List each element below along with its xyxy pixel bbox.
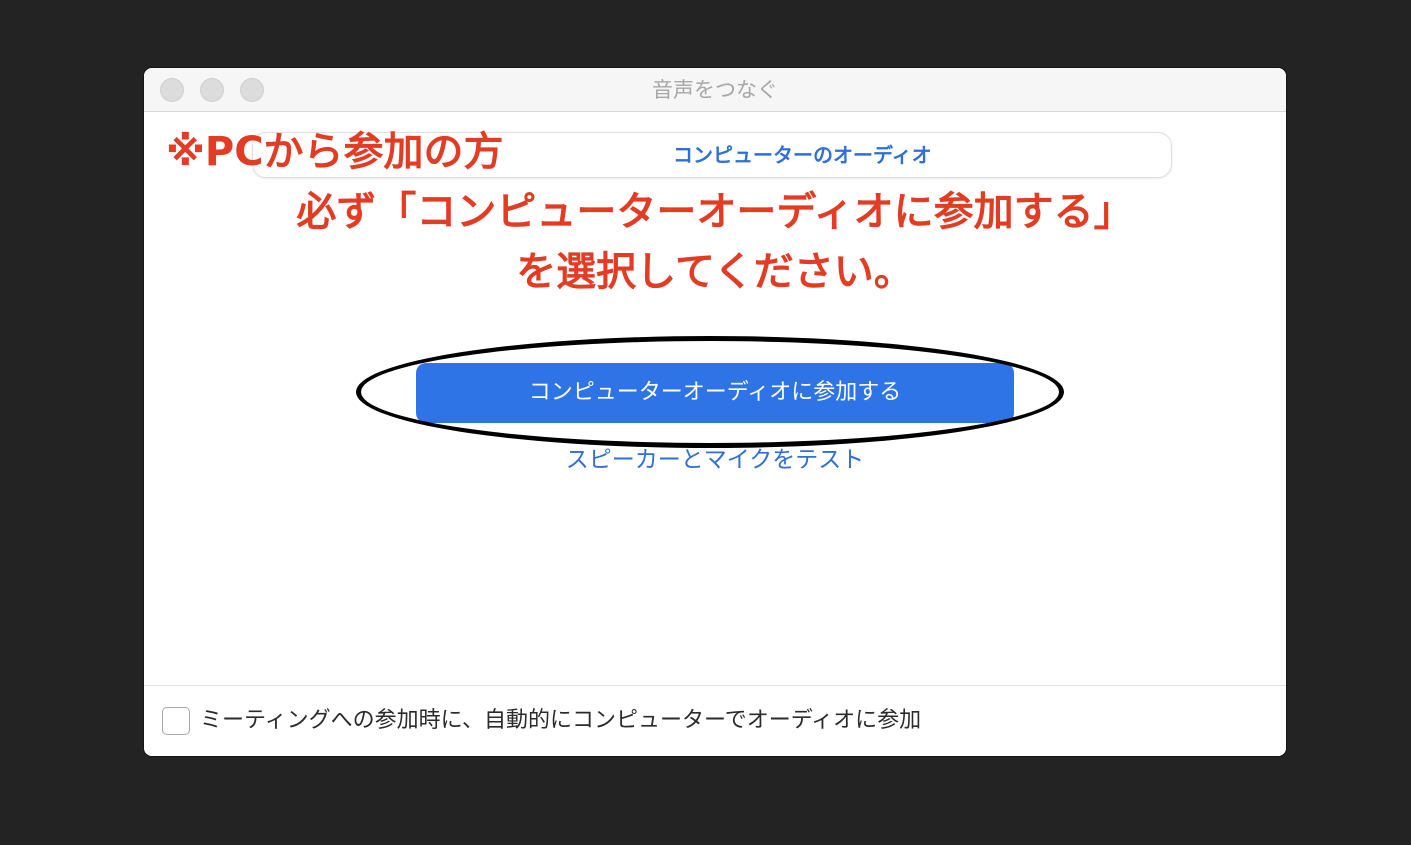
instruction-line-1: 必ず「コンピューターオーディオに参加する」 — [296, 189, 1134, 235]
instruction-line-2: を選択してください。 — [516, 249, 914, 295]
connect-audio-window: 音声をつなぐ コンピューターのオーディオ ※PCから参加の方 必ず「コンピュータ… — [144, 68, 1286, 756]
footer: ミーティングへの参加時に、自動的にコンピューターでオーディオに参加 — [144, 685, 1286, 756]
auto-join-audio-checkbox[interactable] — [162, 707, 190, 735]
auto-join-audio-label[interactable]: ミーティングへの参加時に、自動的にコンピューターでオーディオに参加 — [200, 705, 921, 737]
title-bar[interactable]: 音声をつなぐ — [144, 68, 1286, 112]
tab-computer-audio-label: コンピューターのオーディオ — [673, 143, 932, 167]
test-speaker-mic-link[interactable]: スピーカーとマイクをテスト — [144, 444, 1286, 476]
highlight-ellipse — [356, 336, 1064, 448]
window-title: 音声をつなぐ — [652, 78, 778, 102]
pc-participant-note: ※PCから参加の方 — [166, 129, 504, 175]
